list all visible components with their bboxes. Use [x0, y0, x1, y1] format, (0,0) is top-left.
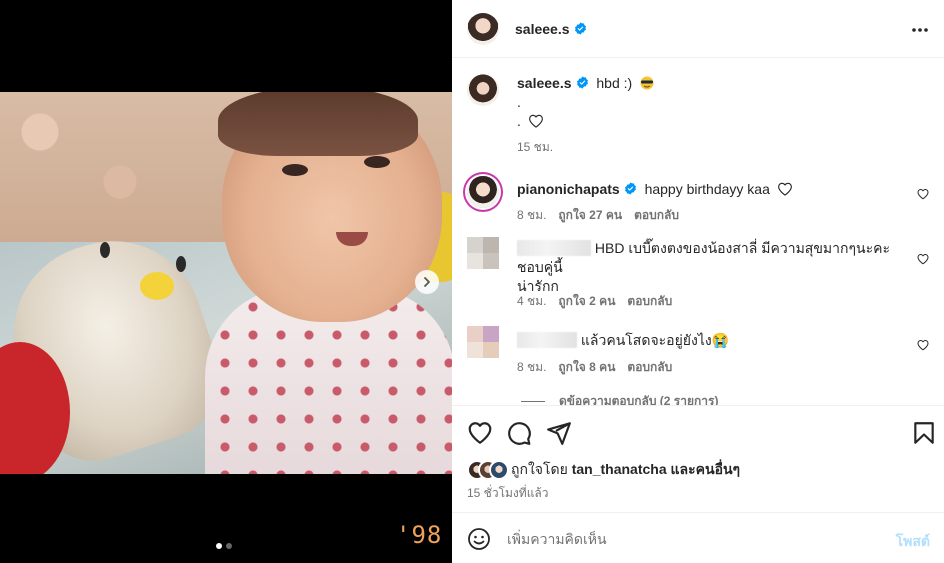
- comment-time: 4 ชม.: [517, 294, 547, 308]
- post-media: '98: [0, 0, 452, 563]
- comment-input[interactable]: [507, 527, 877, 551]
- liker-avatars: [467, 460, 509, 480]
- post-time-ago: 15 ชั่วโมงที่แล้ว: [467, 486, 549, 500]
- avatar[interactable]: [467, 176, 499, 208]
- avatar[interactable]: [467, 74, 499, 106]
- comment-username[interactable]: pianonichapats: [517, 181, 620, 197]
- post-actions: [452, 405, 944, 459]
- comment-likes[interactable]: ถูกใจ 27 คน: [558, 206, 622, 225]
- avatar[interactable]: [467, 12, 499, 45]
- chevron-right-icon: [424, 277, 430, 287]
- caption-username[interactable]: saleee.s: [517, 75, 572, 91]
- avatar-blurred[interactable]: [467, 237, 499, 269]
- author-username[interactable]: saleee.s: [515, 21, 587, 37]
- avatar-blurred[interactable]: [467, 326, 499, 358]
- caption-line-3: .: [517, 113, 521, 129]
- comment-likes[interactable]: ถูกใจ 2 คน: [558, 292, 615, 311]
- reply-button[interactable]: ตอบกลับ: [627, 358, 672, 377]
- carousel-dot[interactable]: [226, 543, 232, 549]
- caption-line-2: .: [517, 94, 521, 110]
- verified-icon: [624, 182, 636, 195]
- avatar: [489, 460, 509, 480]
- caption-time: 15 ชม.: [517, 140, 554, 154]
- like-comment-heart-icon[interactable]: [917, 188, 929, 200]
- share-icon[interactable]: [546, 420, 572, 446]
- reply-button[interactable]: ตอบกลับ: [627, 292, 672, 311]
- caption-text: hbd :): [596, 75, 633, 91]
- carousel-dots: [216, 543, 232, 549]
- like-comment-heart-icon[interactable]: [917, 339, 929, 351]
- comment-username-blurred[interactable]: [517, 240, 591, 256]
- comment-time: 8 ชม.: [517, 208, 547, 222]
- post-photo: [0, 92, 452, 474]
- year-stamp: '98: [396, 521, 443, 549]
- heart-icon[interactable]: [467, 420, 493, 446]
- comment-text: happy birthdayy kaa: [644, 181, 770, 197]
- verified-icon: [576, 76, 588, 89]
- next-slide-button[interactable]: [415, 270, 439, 294]
- comment-text: แล้วคนโสดจะอยู่ยังไง😭: [580, 332, 730, 348]
- liked-by-prefix: ถูกใจโดย: [511, 461, 568, 477]
- post-side-panel: saleee.s saleee.s hbd :) . . 15 ชม. pian…: [452, 0, 944, 563]
- view-replies-button[interactable]: ดูข้อความตอบกลับ (2 รายการ): [521, 392, 718, 405]
- comments-list[interactable]: saleee.s hbd :) . . 15 ชม. pianonichapat…: [452, 59, 944, 405]
- comment-time: 8 ชม.: [517, 360, 547, 374]
- liked-by[interactable]: ถูกใจโดย tan_thanatcha และคนอื่นๆ: [467, 459, 740, 481]
- more-icon[interactable]: [910, 20, 930, 40]
- post-header: saleee.s: [452, 0, 944, 58]
- heart-outline-icon: [777, 182, 792, 196]
- sunglasses-face-icon: [640, 76, 654, 90]
- bookmark-icon[interactable]: [911, 420, 937, 446]
- like-comment-heart-icon[interactable]: [917, 253, 929, 265]
- liked-by-others[interactable]: และคนอื่นๆ: [671, 461, 741, 477]
- verified-icon: [574, 21, 586, 35]
- liked-by-user[interactable]: tan_thanatcha: [572, 461, 667, 477]
- add-comment-bar: โพสต์: [452, 512, 944, 563]
- post-comment-button[interactable]: โพสต์: [896, 531, 930, 553]
- view-replies-label: ดูข้อความตอบกลับ (2 รายการ): [559, 394, 719, 405]
- comment-username-blurred[interactable]: [517, 332, 577, 348]
- reply-button[interactable]: ตอบกลับ: [634, 206, 679, 225]
- carousel-dot-active[interactable]: [216, 543, 222, 549]
- heart-outline-icon: [528, 114, 543, 128]
- comment-likes[interactable]: ถูกใจ 8 คน: [558, 358, 615, 377]
- emoji-icon[interactable]: [467, 527, 491, 551]
- comment-icon[interactable]: [506, 420, 532, 446]
